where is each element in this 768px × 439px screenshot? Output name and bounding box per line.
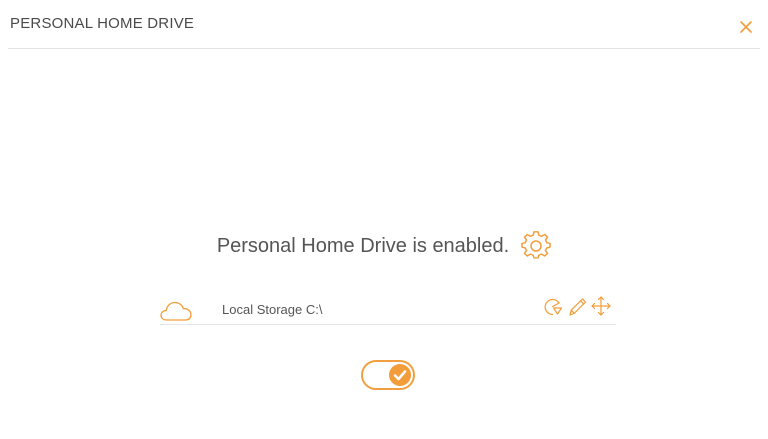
status-row: Personal Home Drive is enabled. (0, 228, 768, 264)
storage-item-row[interactable]: Local Storage C:\ (160, 292, 616, 325)
status-text: Personal Home Drive is enabled. (216, 234, 510, 257)
storage-row-actions (542, 294, 612, 318)
gear-icon[interactable] (521, 231, 551, 261)
dialog-title: PERSONAL HOME DRIVE (10, 15, 195, 32)
usage-chart-icon[interactable] (542, 294, 564, 318)
header-divider (8, 48, 760, 49)
dialog-header: PERSONAL HOME DRIVE (0, 0, 768, 49)
pencil-icon[interactable] (566, 294, 588, 318)
close-icon[interactable] (738, 19, 754, 35)
personal-home-drive-dialog: PERSONAL HOME DRIVE Personal Home Drive … (0, 0, 768, 439)
cloud-icon (160, 300, 192, 322)
checkmark-icon (389, 364, 411, 386)
enable-toggle[interactable] (361, 360, 415, 390)
storage-label: Local Storage C:\ (222, 302, 323, 317)
move-icon[interactable] (590, 294, 612, 318)
